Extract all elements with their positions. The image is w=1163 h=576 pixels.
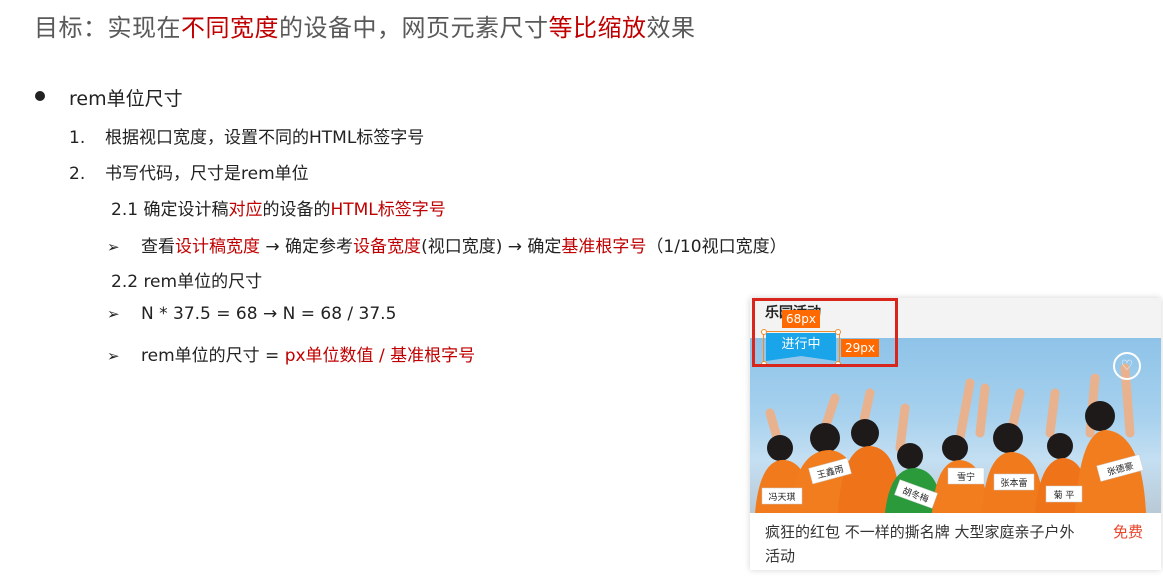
title-text: 目标：实现在 bbox=[34, 14, 181, 42]
title-highlight: 等比缩放 bbox=[548, 14, 647, 42]
arrow-bullet-icon: ➢ bbox=[107, 238, 120, 256]
arrow-item: ➢ N * 37.5 = 68 → N = 68 / 37.5 bbox=[107, 304, 397, 324]
sub-item-2-1: 2.1 确定设计稿对应的设备的HTML标签字号 bbox=[111, 200, 446, 220]
price-label: 免费 bbox=[1112, 523, 1143, 541]
arrow-bullet-icon: ➢ bbox=[107, 305, 120, 323]
title-highlight: 不同宽度 bbox=[181, 14, 279, 42]
height-dimension-label: 29px bbox=[841, 339, 879, 357]
list-item: 1. 根据视口宽度，设置不同的HTML标签字号 bbox=[69, 128, 425, 148]
sub-item-2-2: 2.2 rem单位的尺寸 bbox=[111, 272, 263, 292]
list-item: 2. 书写代码，尺寸是rem单位 bbox=[69, 164, 309, 184]
arrow-bullet-icon: ➢ bbox=[107, 347, 120, 365]
arrow-item: ➢ 查看设计稿宽度 → 确定参考设备宽度(视口宽度) → 确定基准根字号（1/10… bbox=[107, 237, 787, 257]
activity-description: 疯狂的红包 不一样的撕名牌 大型家庭亲子户外活动 bbox=[765, 523, 1075, 565]
arrow-item: ➢ rem单位的尺寸 = px单位数值 / 基准根字号 bbox=[107, 346, 476, 366]
name-tag: 冯天琪 bbox=[768, 491, 795, 503]
title-text: 的设备中，网页元素尺寸 bbox=[279, 14, 549, 42]
name-tag: 菊 平 bbox=[1054, 490, 1075, 501]
name-tag: 张本雷 bbox=[1000, 477, 1027, 489]
bullet-icon bbox=[35, 91, 45, 101]
title-text: 效果 bbox=[646, 14, 696, 42]
heart-icon[interactable]: ♡ bbox=[1113, 352, 1141, 380]
page-title: 目标：实现在不同宽度的设备中，网页元素尺寸等比缩放效果 bbox=[34, 8, 696, 43]
section-heading: rem单位尺寸 bbox=[69, 88, 183, 110]
width-dimension-label: 68px bbox=[782, 310, 820, 328]
name-tag: 雪宁 bbox=[957, 471, 975, 483]
